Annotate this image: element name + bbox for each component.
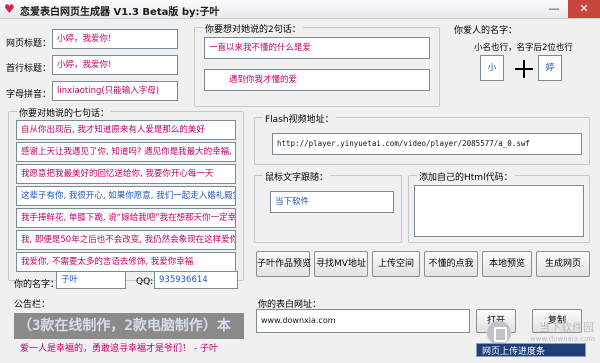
your-name-input[interactable]: 子叶 (56, 271, 126, 289)
custom-html-label: 添加自己的Html代码： (417, 170, 515, 183)
mouse-text-input[interactable]: 当下软件 (270, 191, 394, 213)
seven-lines-label: 你要对她说的七句话： (17, 106, 112, 119)
footer-message: 爱一人是幸福的，勇敢追寻幸福才是爷们！ - 子叶 (20, 344, 218, 354)
two-lines-input-1[interactable]: 一直以来我不懂的什么是爱 (204, 37, 430, 59)
qq-label: QQ: (136, 277, 154, 287)
your-name-label: 你的名字： (14, 280, 60, 290)
flash-url-label: Flash视频地址： (263, 112, 336, 125)
two-lines-label: 你要想对她说的2句话： (203, 22, 303, 35)
page-title-input[interactable]: 小婷，我爱你! (52, 29, 178, 49)
help-button[interactable]: 不懂的点我 (424, 251, 478, 277)
seven-lines-input-4[interactable]: 这辈子有你, 我很开心, 如果你愿意, 我们一起走入婚礼殿堂 (16, 186, 236, 206)
confession-url-input[interactable]: www.downxia.com (256, 309, 470, 333)
mouse-text-label: 鼠标文字跟随： (263, 170, 331, 183)
upload-space-button[interactable]: 上传空间 (372, 251, 420, 277)
two-lines-input-2[interactable]: 遇到你我才懂的爱 (204, 69, 430, 91)
upload-progress-label: 网页上传进度条 (482, 347, 546, 357)
custom-html-input[interactable] (414, 185, 584, 237)
title-bar: ♥ 恋爱表白网页生成器 V1.3 Beta版 by:子叶 — ✕ (0, 0, 600, 19)
pinyin-input[interactable]: linxiaoting(只能输入字母) (52, 81, 178, 101)
notice-ticker: （3款在线制作，2款电脑制作）本 (14, 313, 244, 339)
first-line-label: 首行标题： (6, 64, 52, 74)
window-title: 恋爱表白网页生成器 V1.3 Beta版 by:子叶 (20, 7, 220, 18)
close-button[interactable]: ✕ (568, 0, 600, 18)
notice-label: 公告栏： (14, 300, 51, 310)
local-preview-button[interactable]: 本地预览 (482, 251, 532, 277)
preview-work-button[interactable]: 子叶作品预览 (256, 251, 311, 277)
first-line-input[interactable]: 小婷，我爱你! (52, 55, 178, 75)
seven-lines-input-7[interactable]: 我爱你, 不需要太多的言语去修饰, 我爱你幸福 (16, 252, 236, 272)
lover-name-hint: 小名也行，名字后2位也行 (474, 43, 573, 53)
watermark-line1: 当下软件园 (539, 321, 594, 334)
seven-lines-input-2[interactable]: 感谢上天让我遇见了你, 知道吗? 遇见你是我最大的幸福, 遇见 (16, 142, 236, 162)
pinyin-label: 字母拼音： (6, 90, 52, 100)
generate-page-button[interactable]: 生成网页 (536, 251, 590, 277)
lover-name-first-input[interactable]: 小 (480, 55, 504, 81)
lover-name-second-input[interactable]: 婷 (538, 55, 562, 81)
seven-lines-input-5[interactable]: 我手捧鲜花, 单膝下跪, 说“嫁给我吧”我在想那天你一定幸 (16, 208, 236, 228)
plus-icon (514, 59, 534, 79)
lover-name-label: 你爱人的名字： (454, 26, 518, 36)
downxia-logo-icon (487, 321, 511, 345)
watermark-line2: www.downxia.com (530, 335, 596, 343)
seven-lines-input-3[interactable]: 我愿意把我最美好的回忆送给你, 我要你开心每一天 (16, 164, 236, 184)
main-panel: 网页标题： 小婷，我爱你! 首行标题： 小婷，我爱你! 字母拼音： linxia… (0, 19, 600, 363)
seven-lines-input-6[interactable]: 我, 即便是50年之后也不会改变, 我仍然会象现在这样爱你 (16, 230, 236, 250)
qq-input[interactable]: 935936614 (154, 271, 238, 289)
heart-icon: ♥ (4, 2, 15, 16)
page-title-label: 网页标题： (6, 39, 52, 49)
find-mv-button[interactable]: 寻找MV地址 (314, 251, 368, 277)
minimize-button[interactable]: — (540, 0, 568, 18)
flash-url-input[interactable]: http://player.yinyuetai.com/video/player… (272, 133, 582, 155)
seven-lines-input-1[interactable]: 自从你出现后, 我才知道原来有人爱是那么的美好 (16, 120, 236, 140)
